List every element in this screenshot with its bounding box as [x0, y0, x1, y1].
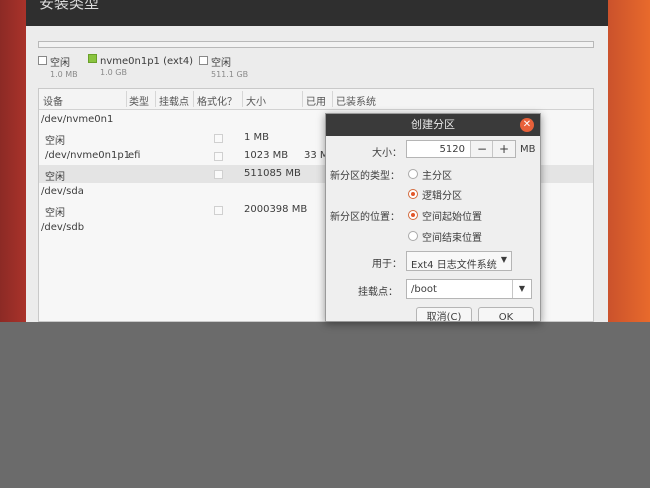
use-as-dropdown[interactable]: Ext4 日志文件系统 ▼	[406, 251, 512, 271]
legend-free-2: 空闲 511.1 GB	[199, 54, 248, 79]
ok-button[interactable]: OK	[478, 307, 534, 321]
cell-device: 空闲	[45, 172, 65, 183]
col-size[interactable]: 大小	[246, 93, 266, 108]
cell-device: 空闲	[45, 136, 65, 147]
option-primary[interactable]: 主分区	[422, 167, 452, 182]
column-divider	[193, 91, 194, 107]
chevron-down-icon: ▼	[500, 255, 507, 264]
mount-label: 挂载点：	[358, 287, 398, 298]
radio-begin[interactable]	[408, 210, 418, 220]
size-value[interactable]: 5120	[440, 144, 465, 155]
mount-point-combo[interactable]: /boot ▼	[406, 279, 532, 299]
disk-usage-bar	[38, 41, 594, 48]
legend-size: 1.0 MB	[50, 70, 78, 79]
legend-swatch	[38, 56, 47, 65]
legend-size: 511.1 GB	[211, 70, 249, 79]
location-label: 新分区的位置：	[330, 212, 400, 223]
type-label: 新分区的类型：	[330, 171, 400, 182]
size-label: 大小：	[372, 148, 402, 159]
column-divider	[155, 91, 156, 107]
radio-primary[interactable]	[408, 169, 418, 179]
option-begin[interactable]: 空间起始位置	[422, 208, 482, 223]
radio-logical[interactable]	[408, 189, 418, 199]
cell-size: 2000398 MB	[244, 204, 308, 215]
column-divider	[332, 91, 333, 107]
column-divider	[302, 91, 303, 107]
plus-button[interactable]: +	[492, 141, 515, 157]
cell-type: efi	[128, 150, 141, 161]
cancel-button[interactable]: 取消(C)	[416, 307, 472, 321]
create-partition-dialog: 创建分区 ✕ 大小： 5120 − + MB 新分区的类型： 主分区 逻辑分区 …	[325, 113, 541, 322]
col-used[interactable]: 已用	[306, 93, 326, 108]
window-title: 安装类型	[39, 0, 100, 12]
legend-label: 空闲	[211, 58, 231, 69]
close-icon[interactable]: ✕	[520, 118, 534, 132]
use-as-value: Ext4 日志文件系统	[411, 260, 497, 271]
column-divider	[242, 91, 243, 107]
cell-device: /dev/nvme0n1p1	[45, 150, 131, 161]
format-checkbox[interactable]	[214, 152, 223, 161]
col-device[interactable]: 设备	[43, 93, 63, 108]
cell-size: 1 MB	[244, 132, 270, 143]
legend-size: 1.0 GB	[100, 68, 127, 77]
legend-nvme0n1p1: nvme0n1p1 (ext4) 1.0 GB	[88, 54, 193, 77]
minus-button[interactable]: −	[470, 141, 493, 157]
col-format[interactable]: 格式化？	[197, 93, 237, 108]
col-mount[interactable]: 挂载点	[159, 93, 189, 108]
format-checkbox[interactable]	[214, 206, 223, 215]
option-end[interactable]: 空间结束位置	[422, 229, 482, 244]
legend-swatch	[199, 56, 208, 65]
cell-device: /dev/nvme0n1	[41, 114, 114, 125]
legend-swatch	[88, 54, 97, 63]
cell-size: 511085 MB	[244, 168, 301, 179]
col-system[interactable]: 已装系统	[336, 93, 376, 108]
mount-value[interactable]: /boot	[411, 284, 437, 295]
format-checkbox[interactable]	[214, 134, 223, 143]
column-divider	[126, 91, 127, 107]
cell-device: 空闲	[45, 208, 65, 219]
size-spinbutton[interactable]: 5120 − +	[406, 140, 516, 158]
radio-end[interactable]	[408, 231, 418, 241]
cell-size: 1023 MB	[244, 150, 289, 161]
screen-lower-area	[0, 322, 650, 488]
size-unit: MB	[520, 144, 536, 155]
legend-label: nvme0n1p1 (ext4)	[100, 56, 194, 67]
col-type[interactable]: 类型	[129, 93, 149, 108]
dialog-title: 创建分区	[326, 114, 540, 136]
format-checkbox[interactable]	[214, 170, 223, 179]
legend-label: 空闲	[50, 58, 70, 69]
table-header: 设备 类型 挂载点 格式化？ 大小 已用 已装系统	[39, 89, 593, 110]
legend-free-1: 空闲 1.0 MB	[38, 54, 78, 79]
chevron-down-icon[interactable]: ▼	[512, 280, 531, 298]
cell-device: /dev/sda	[41, 186, 84, 197]
option-logical[interactable]: 逻辑分区	[422, 187, 462, 202]
use-as-label: 用于：	[372, 259, 402, 270]
window-titlebar: 安装类型	[26, 0, 608, 26]
cell-device: /dev/sdb	[41, 222, 85, 233]
